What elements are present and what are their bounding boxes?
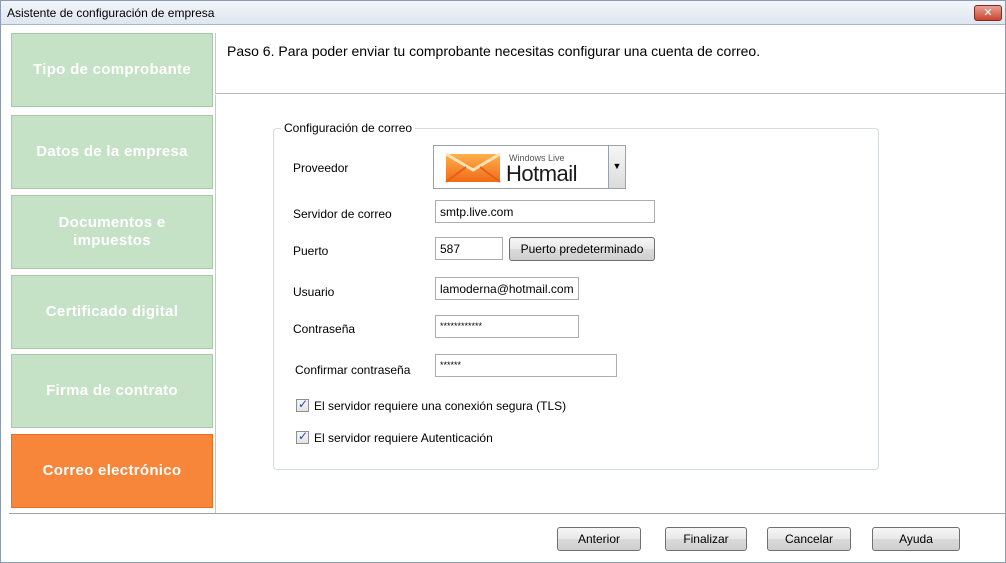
footer-divider [9, 513, 1005, 515]
port-input[interactable]: 587 [435, 237, 503, 260]
checkmark-icon: ✓ [298, 397, 309, 411]
step-description: Paso 6. Para poder enviar tu comprobante… [227, 43, 761, 59]
group-legend: Configuración de correo [281, 121, 416, 135]
finish-button[interactable]: Finalizar [665, 527, 747, 551]
provider-label: Proveedor [293, 161, 349, 175]
step-header: Paso 6. Para poder enviar tu comprobante… [219, 37, 1005, 91]
step-label: Tipo de comprobante [33, 61, 191, 78]
confirm-password-label: Confirmar contraseña [295, 363, 411, 377]
step-label: Datos de la empresa [36, 143, 188, 160]
server-label: Servidor de correo [293, 207, 392, 221]
step-tipo-de-comprobante[interactable]: Tipo de comprobante [11, 33, 213, 107]
step-label: Documentos e impuestos [58, 214, 166, 249]
password-label: Contraseña [293, 322, 356, 336]
wizard-steps: Tipo de comprobante Datos de la empresa … [9, 33, 215, 511]
envelope-icon [445, 152, 501, 183]
hotmail-logo: Windows Live Hotmail [444, 150, 604, 186]
step-label: Certificado digital [45, 303, 179, 320]
server-input[interactable]: smtp.live.com [435, 200, 655, 223]
user-label: Usuario [293, 285, 335, 299]
user-input[interactable]: lamoderna@hotmail.com [435, 277, 579, 300]
previous-button[interactable]: Anterior [557, 527, 641, 551]
port-label: Puerto [293, 244, 329, 258]
cancel-button[interactable]: Cancelar [767, 527, 851, 551]
password-input[interactable]: ************ [435, 315, 579, 338]
auth-checkbox[interactable]: ✓ [296, 429, 309, 444]
dropdown-arrow-icon[interactable]: ▼ [608, 146, 625, 188]
sidebar-divider [215, 33, 216, 513]
title-bar: Asistente de configuración de empresa ✕ [1, 1, 1005, 25]
step-datos-de-la-empresa[interactable]: Datos de la empresa [11, 115, 213, 189]
step-label: Correo electrónico [42, 462, 182, 479]
wizard-window: Asistente de configuración de empresa ✕ … [0, 0, 1006, 563]
help-button[interactable]: Ayuda [872, 527, 960, 551]
hotmail-text: Hotmail [506, 161, 578, 186]
step-label: Firma de contrato [46, 382, 178, 399]
step-firma-de-contrato[interactable]: Firma de contrato [11, 354, 213, 428]
auth-label[interactable]: El servidor requiere Autenticación [314, 431, 493, 445]
window-title: Asistente de configuración de empresa [7, 6, 215, 20]
close-button[interactable]: ✕ [974, 5, 1002, 21]
tls-label[interactable]: El servidor requiere una conexión segura… [314, 399, 566, 413]
step-correo-electronico[interactable]: Correo electrónico [11, 434, 213, 508]
default-port-button[interactable]: Puerto predeterminado [509, 237, 655, 261]
checkmark-icon: ✓ [298, 429, 309, 443]
provider-select[interactable]: Windows Live Hotmail ▼ [433, 145, 626, 189]
step-documentos-e-impuestos[interactable]: Documentos e impuestos [11, 195, 213, 269]
tls-checkbox[interactable]: ✓ [296, 397, 309, 412]
step-certificado-digital[interactable]: Certificado digital [11, 275, 213, 349]
confirm-password-input[interactable]: ****** [435, 354, 617, 377]
header-divider [215, 93, 1005, 95]
